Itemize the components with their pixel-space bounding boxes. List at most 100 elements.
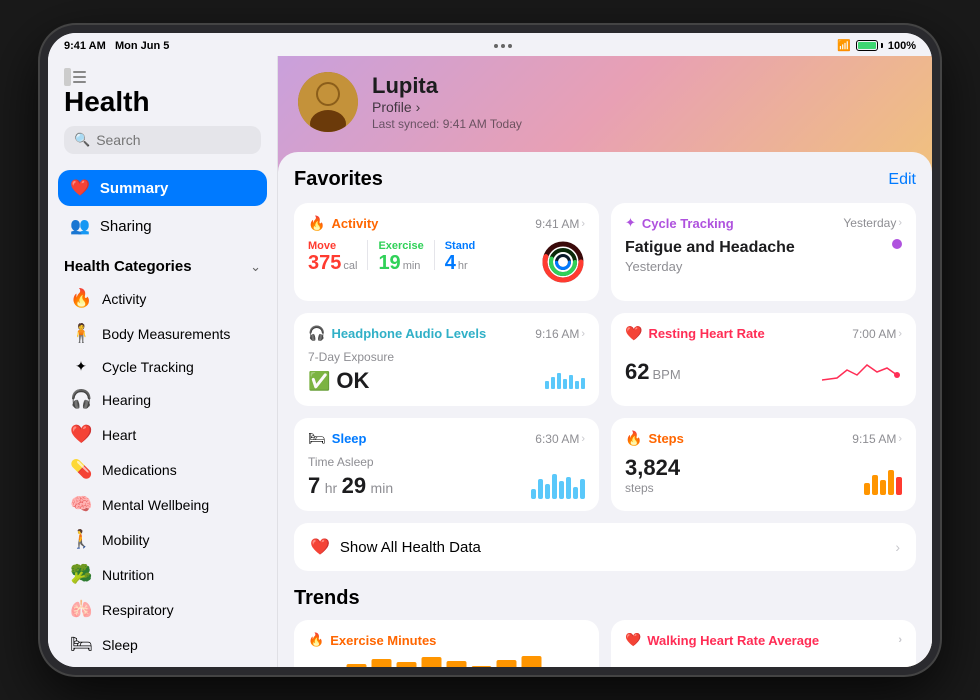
nav-item-summary[interactable]: ❤️ Summary [58,170,267,206]
s-bar-2 [538,479,543,499]
category-label-cycle: Cycle Tracking [102,359,194,375]
sidebar-toggle-icon[interactable] [64,68,261,86]
heart-rate-unit: BPM [652,367,680,382]
heart-rate-card[interactable]: ❤️ Resting Heart Rate 7:00 AM › [611,313,916,406]
show-all-chevron: › [895,539,900,555]
heart-rate-card-title: Resting Heart Rate [648,326,764,341]
category-item-heart[interactable]: ❤️ Heart [58,417,267,452]
category-label-mental: Mental Wellbeing [102,497,209,513]
trends-cards: 🔥 Exercise Minutes [294,620,916,667]
cycle-card-header: ✦ Cycle Tracking Yesterday › [625,215,902,231]
activity-card-header: 🔥 Activity 9:41 AM › [308,215,585,232]
headphone-card[interactable]: 🎧 Headphone Audio Levels 9:16 AM › 7-Day… [294,313,599,406]
trend-heart-icon: ❤️ [625,632,641,648]
wifi-icon: 📶 [837,39,851,52]
cycle-card-content: Fatigue and Headache Yesterday [625,239,902,274]
trend-card-heart[interactable]: ❤️ Walking Heart Rate Average › [611,620,916,667]
category-item-hearing[interactable]: 🎧 Hearing [58,382,267,417]
category-item-mental[interactable]: 🧠 Mental Wellbeing [58,487,267,522]
category-list[interactable]: 🔥 Activity 🧍 Body Measurements ✦ Cycle T… [48,281,277,667]
cycle-time-label: Yesterday [843,216,896,230]
edit-button[interactable]: Edit [888,171,916,189]
headphone-title-row: 🎧 Headphone Audio Levels [308,325,486,342]
metric-sep-1 [367,240,368,270]
mobility-icon: 🚶 [70,529,92,550]
category-item-activity[interactable]: 🔥 Activity [58,281,267,316]
steps-bars [864,470,902,495]
activity-card-content: Move 375 cal Exercise [308,240,585,289]
trend-exercise-bars [308,654,585,667]
cycle-title-row: ✦ Cycle Tracking [625,215,734,231]
steps-value: 3,824 [625,455,680,481]
trend-exercise-title: 🔥 Exercise Minutes [308,632,585,648]
sleep-card[interactable]: 🛏 Sleep 6:30 AM › Time Asleep [294,418,599,511]
heart-rate-card-content: 62 BPM [625,350,902,385]
s-bar-5 [559,481,564,499]
battery-fill [858,42,876,49]
avatar [298,72,358,132]
trend-card-exercise[interactable]: 🔥 Exercise Minutes [294,620,599,667]
profile-sync: Last synced: 9:41 AM Today [372,117,522,131]
ipad-frame: 9:41 AM Mon Jun 5 📶 100% [40,25,940,675]
search-box[interactable]: 🔍 🎤 [64,126,261,154]
category-item-sleep[interactable]: 🛏 Sleep [58,627,267,662]
category-item-cycle[interactable]: ✦ Cycle Tracking [58,351,267,382]
headphone-card-time: 9:16 AM › [535,327,585,341]
activity-card[interactable]: 🔥 Activity 9:41 AM › [294,203,599,301]
status-center [494,44,512,48]
activity-card-title: Activity [331,216,378,231]
sleep-min-label: min [371,480,394,496]
heart-rate-card-header: ❤️ Resting Heart Rate 7:00 AM › [625,325,902,342]
profile-info: Lupita Profile › Last synced: 9:41 AM To… [372,73,522,131]
trends-heading: Trends [294,587,916,610]
move-value: 375 [308,252,341,275]
exercise-value: 19 [378,252,400,275]
sleep-card-time: 6:30 AM › [535,432,585,446]
category-item-respiratory[interactable]: 🫁 Respiratory [58,592,267,627]
main-content[interactable]: Lupita Profile › Last synced: 9:41 AM To… [278,56,932,667]
category-item-symptoms[interactable]: 📋 Symptoms [58,662,267,667]
headphone-icon: 🎧 [308,325,325,342]
cycle-card[interactable]: ✦ Cycle Tracking Yesterday › [611,203,916,301]
sleep-hr-label: hr [325,480,337,496]
categories-chevron[interactable]: ⌄ [250,259,261,275]
cards-grid: 🔥 Activity 9:41 AM › [294,203,916,511]
show-all-row[interactable]: ❤️ Show All Health Data › [294,523,916,571]
sleep-metrics: 7 hr 29 min [308,473,585,499]
cycle-card-title: Cycle Tracking [642,216,734,231]
dot3 [508,44,512,48]
avatar-image [298,72,358,132]
sidebar-icon [64,68,86,86]
search-input[interactable] [96,132,277,148]
category-item-medications[interactable]: 💊 Medications [58,452,267,487]
category-label-medications: Medications [102,462,177,478]
headphone-label: 7-Day Exposure [308,350,585,364]
s-bar-1 [531,489,536,499]
steps-card[interactable]: 🔥 Steps 9:15 AM › [611,418,916,511]
categories-title: Health Categories [64,258,192,275]
heart-rate-chart [822,350,902,385]
steps-time-label: 9:15 AM [852,432,896,446]
category-item-mobility[interactable]: 🚶 Mobility [58,522,267,557]
sleep-card-icon: 🛏 [308,430,326,447]
h-bar-5 [569,375,573,389]
activity-time-label: 9:41 AM [535,217,579,231]
sidebar: Health 🔍 🎤 ❤️ Summary 👥 Sharing [48,56,278,667]
medications-icon: 💊 [70,459,92,480]
category-item-nutrition[interactable]: 🥦 Nutrition [58,557,267,592]
nav-item-sharing[interactable]: 👥 Sharing [58,208,267,244]
headphone-time-label: 9:16 AM [535,327,579,341]
step-bar-5 [896,477,902,495]
stand-value: 4 [445,252,456,275]
headphone-bars [545,373,585,389]
ok-badge: ✅ OK [308,368,369,394]
sleep-icon: 🛏 [70,634,92,655]
respiratory-icon: 🫁 [70,599,92,620]
battery-label: 100% [888,40,916,52]
activity-card-icon: 🔥 [308,215,325,232]
category-label-mobility: Mobility [102,532,149,548]
nav-label-summary: Summary [100,180,168,197]
heart-rate-icon: ❤️ [625,325,642,342]
category-item-body[interactable]: 🧍 Body Measurements [58,316,267,351]
profile-link[interactable]: Profile › [372,99,522,115]
